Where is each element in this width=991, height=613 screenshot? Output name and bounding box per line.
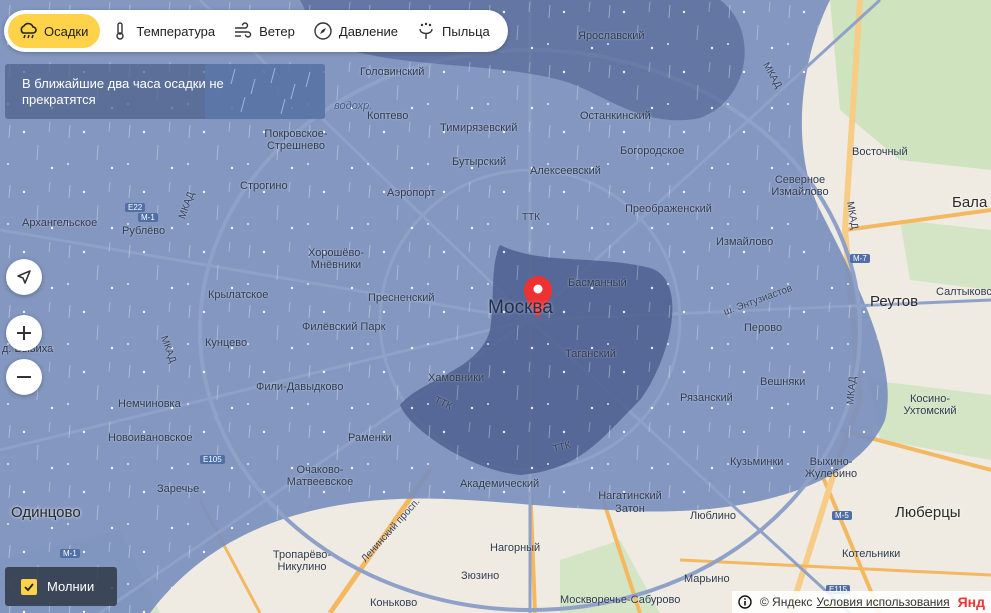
road-label: ТТК [522, 212, 541, 223]
road-shield: М-7 [850, 254, 870, 263]
precipitation-forecast-banner: В ближайшие два часа осадки не прекратят… [5, 64, 325, 119]
map-label: Одинцово [11, 504, 81, 521]
map-label: Фили-Давыдково [256, 381, 344, 393]
road-shield: E22 [125, 203, 146, 212]
navigation-arrow-icon [17, 270, 31, 284]
map-label: Измайлово [716, 236, 774, 248]
map-label: Филёвский Парк [302, 321, 386, 333]
map-label: Зюзино [461, 570, 500, 582]
map-label: Бутырский [452, 156, 507, 168]
lightning-checkbox[interactable] [21, 578, 37, 595]
map-label: Покровское-Стрешнево [264, 128, 328, 152]
map-label: Кунцево [205, 337, 248, 349]
info-icon[interactable] [738, 595, 752, 609]
tab-pressure[interactable]: Давление [305, 14, 406, 48]
map-label: Алексеевский [530, 165, 601, 177]
forecast-text: В ближайшие два часа осадки не прекратят… [22, 76, 224, 107]
map-label: Перово [744, 322, 783, 334]
tab-label: Осадки [44, 23, 89, 39]
map-label: Рязанский [680, 392, 733, 404]
map-label: Ярославский [578, 30, 645, 42]
map-label: Рублёво [122, 225, 166, 237]
map-label: Богородское [620, 145, 685, 157]
map-label: Новоивановское [108, 432, 193, 444]
lightning-toggle[interactable]: Молнии [5, 567, 117, 606]
map-label-moscow: Москва [488, 297, 553, 318]
pollen-icon [419, 22, 433, 39]
map-label: Тимирязевский [440, 122, 518, 134]
checkmark-icon [24, 582, 34, 591]
map-footer: © Яндекс Условия использования Янд [731, 591, 991, 613]
map-label: Очаково-Матвеевское [286, 464, 354, 488]
map-label: Косино-Ухтомский [903, 393, 957, 417]
map-label: Головинский [360, 66, 425, 78]
map-label: Восточный [852, 146, 908, 158]
map-label: Раменки [348, 432, 392, 444]
map-label: Вешняки [760, 376, 806, 388]
tab-label: Температура [136, 23, 216, 39]
tab-label: Ветер [259, 23, 295, 39]
map-label: Северное Измайлово [771, 174, 829, 198]
map-label: Басманный [568, 277, 627, 289]
layer-toolbar: Осадки Температура Ветер Давление Пыльца [4, 10, 508, 52]
wind-icon [235, 22, 252, 38]
map-label: Реутов [870, 293, 919, 310]
road-shield: М-1 [60, 549, 80, 558]
map-label: Пресненский [368, 292, 435, 304]
map-label: Коптево [367, 110, 409, 122]
zoom-in-button[interactable] [6, 315, 42, 351]
map-label: Нагорный [490, 542, 541, 554]
tab-label: Пыльца [442, 23, 490, 39]
lightning-label: Молнии [47, 579, 95, 594]
map-label: Тропарёво-Никулино [272, 549, 332, 573]
terms-link[interactable]: Условия использования [816, 595, 949, 609]
tab-wind[interactable]: Ветер [225, 14, 303, 48]
thermometer-icon [116, 22, 125, 40]
yandex-logo[interactable]: Янд [958, 594, 985, 610]
map-label: Москворечье-Сабурово [560, 594, 681, 606]
map-label: Бала [952, 194, 988, 211]
map-label: Таганский [565, 348, 616, 360]
map-label: Марьино [684, 573, 730, 585]
tab-precipitation[interactable]: Осадки [8, 14, 101, 48]
map-label: Кузьминки [730, 456, 784, 468]
map-label: Салтыковский [936, 286, 991, 298]
map-label: Останкинский [580, 110, 651, 122]
road-shield: М-1 [138, 213, 158, 222]
minus-icon [17, 376, 31, 378]
rain-cloud-icon [20, 22, 37, 39]
map-label: Преображенский [625, 203, 712, 215]
map-label: Строгино [240, 180, 288, 192]
map-label: Академический [460, 478, 540, 490]
map-label: Выхино-Жулебино [804, 456, 858, 480]
plus-icon [17, 326, 31, 340]
map-label: Заречье [157, 483, 200, 495]
map-label: Котельники [842, 548, 901, 560]
map-label: Аэропорт [387, 187, 436, 199]
map-label: Люблино [690, 510, 737, 522]
tab-pollen[interactable]: Пыльца [408, 14, 498, 48]
map-label: Крылатское [208, 289, 269, 301]
map-label: Архангельское [22, 217, 98, 229]
locate-me-button[interactable] [6, 259, 42, 295]
road-shield: E105 [200, 455, 225, 464]
map-label: Немчиновка [118, 398, 181, 410]
road-shield: М-5 [832, 511, 852, 520]
map-label: Коньково [370, 597, 418, 609]
map-label: Люберцы [895, 504, 961, 521]
map-label: Нагатинский Затон [598, 490, 662, 515]
copyright-text: © Яндекс [759, 595, 813, 609]
zoom-out-button[interactable] [6, 359, 42, 395]
tab-label: Давление [338, 23, 399, 39]
compass-icon [314, 22, 332, 40]
map-label: Хамовники [428, 372, 485, 384]
map-label: Хорошёво-Мнёвники [307, 247, 364, 271]
tab-temperature[interactable]: Температура [102, 14, 223, 48]
